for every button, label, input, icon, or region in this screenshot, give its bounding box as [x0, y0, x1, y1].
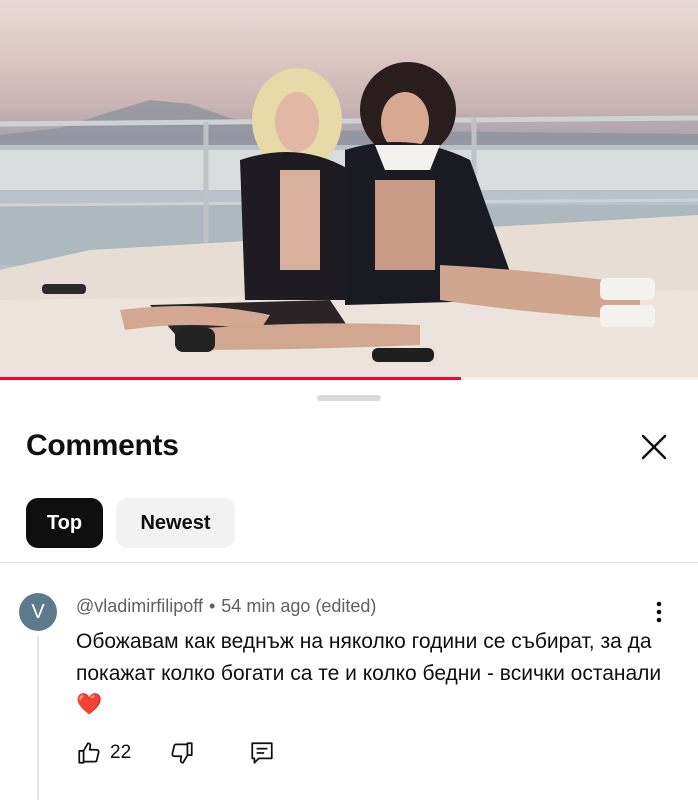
- sort-tab-newest[interactable]: Newest: [116, 498, 235, 548]
- like-button[interactable]: 22: [76, 740, 131, 766]
- comments-title: Comments: [26, 429, 179, 462]
- thumbs-down-icon: [171, 742, 193, 764]
- thread-line: [37, 636, 39, 800]
- comment-meta: @vladimirfilipoff • 54 min ago (edited): [76, 596, 376, 617]
- comment-author[interactable]: @vladimirfilipoff: [76, 596, 203, 616]
- divider: [0, 562, 698, 563]
- thumbs-up-icon: [78, 742, 100, 764]
- comment-text: Обожавам как веднъж на няколко години се…: [76, 630, 662, 716]
- video-progress-bar[interactable]: [0, 377, 698, 380]
- reply-icon: [251, 742, 273, 764]
- comment-actions: 22: [76, 738, 275, 768]
- more-vertical-icon: [656, 601, 662, 623]
- comment-edited-label: (edited): [315, 596, 377, 616]
- comment-time: 54 min ago: [221, 596, 311, 616]
- meta-separator: •: [208, 596, 216, 616]
- video-player[interactable]: [0, 0, 698, 380]
- dislike-button[interactable]: [169, 740, 195, 766]
- comments-sheet: Comments Top Newest V @vladimirfilipoff •…: [0, 381, 698, 800]
- comment-more-button[interactable]: [646, 599, 672, 625]
- drag-handle[interactable]: [317, 395, 381, 401]
- like-count: 22: [110, 742, 132, 763]
- close-icon: [641, 434, 667, 460]
- video-frame-image: [0, 62, 698, 380]
- video-progress-fill: [0, 377, 461, 380]
- sort-tab-top[interactable]: Top: [26, 498, 103, 548]
- close-button[interactable]: [636, 429, 672, 465]
- reply-button[interactable]: [249, 740, 275, 766]
- avatar[interactable]: V: [19, 593, 57, 631]
